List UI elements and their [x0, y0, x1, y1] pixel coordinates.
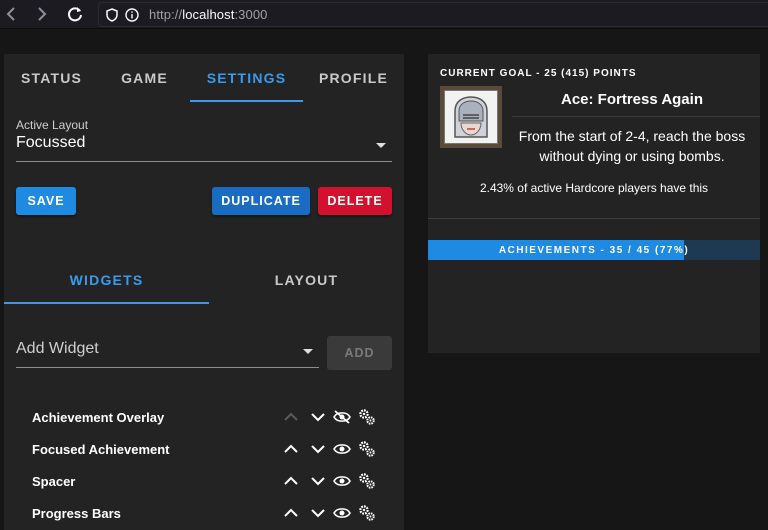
move-down-icon[interactable]: [309, 408, 327, 426]
subtab-layout[interactable]: LAYOUT: [209, 256, 404, 304]
back-icon[interactable]: [0, 4, 22, 24]
achievement-rarity: 2.43% of active Hardcore players have th…: [479, 181, 709, 195]
shield-icon[interactable]: [105, 7, 119, 22]
widget-name: Achievement Overlay: [32, 410, 165, 425]
active-layout-value: Focussed: [16, 134, 86, 151]
achievement-badge: [440, 86, 502, 148]
delete-button[interactable]: DELETE: [318, 187, 392, 215]
add-widget-placeholder: Add Widget: [16, 340, 99, 357]
achievement-description: From the start of 2-4, reach the boss wi…: [518, 128, 746, 164]
achievement-badge-image: [444, 90, 498, 144]
browser-toolbar: http://localhost:3000: [0, 0, 768, 29]
progress-label: ACHIEVEMENTS - 35 / 45 (77%): [498, 244, 690, 256]
save-button[interactable]: SAVE: [16, 187, 76, 215]
achievements-progress-bar: ACHIEVEMENTS - 35 / 45 (77%): [428, 240, 760, 260]
settings-gears-icon[interactable]: [358, 504, 376, 522]
settings-panel: STATUS GAME SETTINGS PROFILE Active Layo…: [4, 54, 404, 530]
current-goal-label: CURRENT GOAL - 25 (415) POINTS: [440, 68, 637, 79]
eye-off-icon[interactable]: [333, 408, 351, 426]
active-layout-label: Active Layout: [16, 118, 89, 132]
tab-settings[interactable]: SETTINGS: [190, 54, 303, 102]
widget-row: Progress Bars: [32, 498, 392, 530]
tab-game[interactable]: GAME: [99, 54, 190, 102]
add-widget-select[interactable]: Add Widget: [16, 340, 319, 368]
address-bar[interactable]: http://localhost:3000: [98, 2, 768, 27]
add-widget-button[interactable]: ADD: [327, 336, 392, 370]
tab-indicator: [190, 100, 303, 102]
move-up-icon[interactable]: [282, 408, 300, 426]
widget-row: Achievement Overlay: [32, 402, 392, 434]
widget-row: Spacer: [32, 466, 392, 498]
duplicate-button[interactable]: DUPLICATE: [212, 187, 310, 215]
subtab-widgets[interactable]: WIDGETS: [4, 256, 209, 304]
dropdown-caret-icon: [376, 143, 386, 148]
section-divider: [428, 218, 760, 219]
forward-icon[interactable]: [31, 4, 53, 24]
settings-gears-icon[interactable]: [358, 472, 376, 490]
move-down-icon[interactable]: [309, 504, 327, 522]
overlay-preview: CURRENT GOAL - 25 (415) POINTS Ace: Fort…: [428, 54, 760, 353]
title-divider: [512, 116, 760, 117]
move-down-icon[interactable]: [309, 472, 327, 490]
widget-row: Focused Achievement: [32, 434, 392, 466]
main-tabs: STATUS GAME SETTINGS PROFILE: [4, 54, 404, 102]
subtab-indicator: [4, 302, 209, 304]
reload-icon[interactable]: [64, 4, 86, 24]
eye-icon[interactable]: [333, 472, 351, 490]
tab-profile[interactable]: PROFILE: [303, 54, 404, 102]
url-text: http://localhost:3000: [149, 7, 268, 22]
achievement-title: Ace: Fortress Again: [561, 91, 703, 108]
move-up-icon[interactable]: [282, 440, 300, 458]
dropdown-caret-icon: [303, 349, 313, 354]
settings-gears-icon[interactable]: [358, 440, 376, 458]
tab-status[interactable]: STATUS: [4, 54, 99, 102]
widget-name: Focused Achievement: [32, 442, 170, 457]
active-layout-select[interactable]: Focussed: [16, 134, 392, 162]
info-icon[interactable]: [125, 7, 139, 22]
widget-name: Spacer: [32, 474, 76, 489]
move-up-icon[interactable]: [282, 472, 300, 490]
settings-gears-icon[interactable]: [358, 408, 376, 426]
eye-icon[interactable]: [333, 504, 351, 522]
move-up-icon[interactable]: [282, 504, 300, 522]
widget-name: Progress Bars: [32, 506, 121, 521]
move-down-icon[interactable]: [309, 440, 327, 458]
eye-icon[interactable]: [333, 440, 351, 458]
